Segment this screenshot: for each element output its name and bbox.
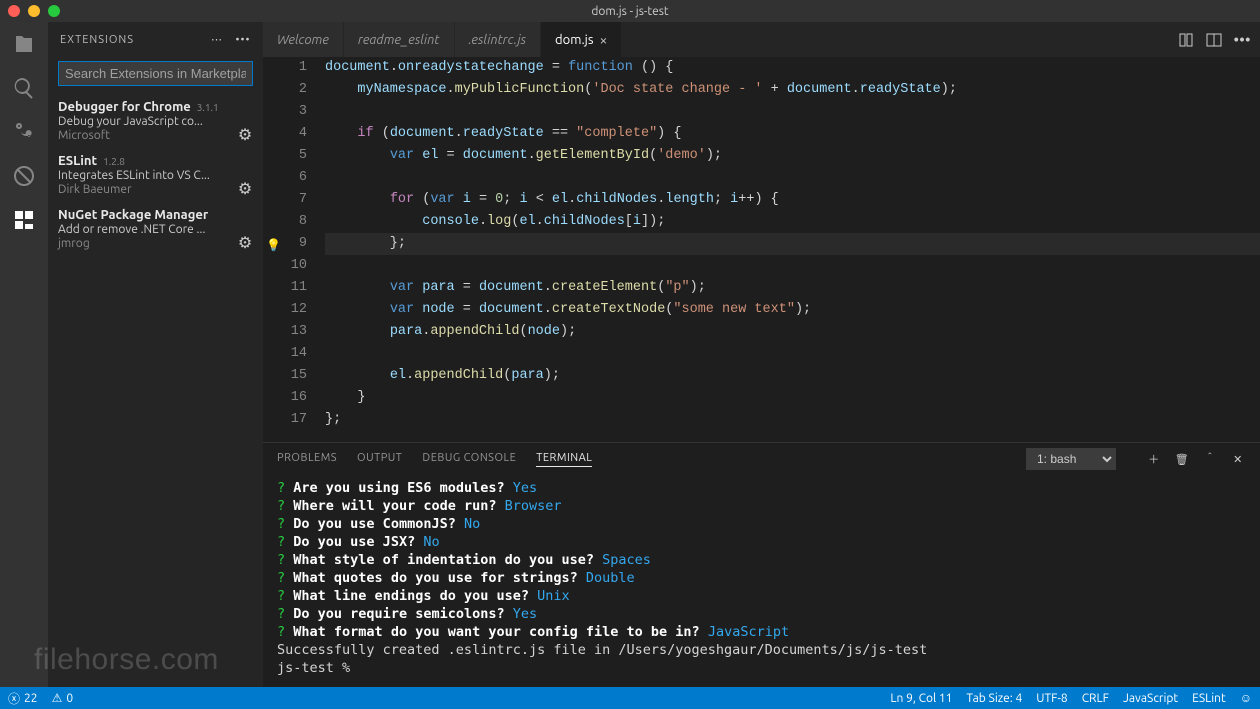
more-actions-icon[interactable]: ••• bbox=[1234, 32, 1250, 48]
window-controls bbox=[8, 5, 60, 17]
panel-tab[interactable]: DEBUG CONSOLE bbox=[422, 452, 516, 467]
split-editor-icon[interactable] bbox=[1206, 32, 1222, 48]
maximize-window[interactable] bbox=[48, 5, 60, 17]
editor-tab[interactable]: Welcome bbox=[263, 22, 344, 57]
extension-name: NuGet Package Manager bbox=[58, 208, 208, 222]
extension-search bbox=[58, 61, 253, 86]
tab-label: Welcome bbox=[277, 33, 329, 47]
maximize-panel-icon[interactable]: ＾ bbox=[1202, 451, 1218, 467]
code-content[interactable]: document.onreadystatechange = function (… bbox=[325, 57, 1260, 442]
extension-author: Microsoft bbox=[58, 129, 253, 142]
main-area: EXTENSIONS ⋯ ••• Debugger for Chrome 3.1.… bbox=[0, 22, 1260, 687]
editor-tab[interactable]: readme_eslint bbox=[344, 22, 455, 57]
tab-label: .eslintrc.js bbox=[469, 33, 527, 47]
lightbulb-icon[interactable]: 💡 bbox=[266, 235, 281, 257]
code-editor[interactable]: 💡1234567891011121314151617 document.onre… bbox=[263, 57, 1260, 442]
tab-label: dom.js bbox=[555, 33, 593, 47]
extension-author: Dirk Baeumer bbox=[58, 183, 253, 196]
feedback-icon[interactable]: ☺ bbox=[1240, 691, 1252, 705]
close-icon[interactable]: × bbox=[599, 32, 607, 48]
panel-tab[interactable]: TERMINAL bbox=[536, 452, 592, 467]
extension-version: 3.1.1 bbox=[197, 102, 219, 113]
status-eslint[interactable]: ESLint bbox=[1192, 692, 1226, 705]
source-control-icon[interactable] bbox=[10, 118, 38, 146]
search-input[interactable] bbox=[58, 61, 253, 86]
sidebar-header: EXTENSIONS ⋯ ••• bbox=[48, 22, 263, 57]
titlebar: dom.js - js-test bbox=[0, 0, 1260, 22]
extension-author: jmrog bbox=[58, 237, 253, 250]
close-panel-icon[interactable]: ✕ bbox=[1230, 451, 1246, 467]
close-window[interactable] bbox=[8, 5, 20, 17]
status-errors[interactable]: ⓧ22 bbox=[8, 690, 38, 707]
panel-tabs: PROBLEMS OUTPUT DEBUG CONSOLE TERMINAL 1: b… bbox=[263, 443, 1260, 475]
extension-version: 1.2.8 bbox=[103, 156, 125, 167]
kill-terminal-icon[interactable]: 🗑 bbox=[1174, 451, 1190, 467]
debug-icon[interactable] bbox=[10, 162, 38, 190]
extension-desc: Debug your JavaScript co... bbox=[58, 115, 253, 128]
extension-list: Debugger for Chrome 3.1.1 Debug your Java… bbox=[48, 94, 263, 256]
panel-tab[interactable]: OUTPUT bbox=[357, 452, 402, 467]
extension-item[interactable]: NuGet Package Manager Add or remove .NET… bbox=[48, 202, 263, 256]
sidebar-title: EXTENSIONS bbox=[60, 34, 134, 46]
status-encoding[interactable]: UTF-8 bbox=[1036, 692, 1067, 705]
status-bar: ⓧ22 ⚠0 Ln 9, Col 11 Tab Size: 4 UTF-8 CR… bbox=[0, 687, 1260, 709]
status-language[interactable]: JavaScript bbox=[1123, 692, 1178, 705]
editor-tabs: Welcomereadme_eslint.eslintrc.jsdom.js× … bbox=[263, 22, 1260, 57]
editor-tab[interactable]: dom.js × bbox=[541, 22, 622, 57]
editor-area: Welcomereadme_eslint.eslintrc.jsdom.js× … bbox=[263, 22, 1260, 687]
extension-item[interactable]: ESLint 1.2.8 Integrates ESLint into VS C.… bbox=[48, 148, 263, 202]
line-gutter: 💡1234567891011121314151617 bbox=[263, 57, 325, 442]
terminal-selector[interactable]: 1: bash bbox=[1026, 448, 1116, 470]
explorer-icon[interactable] bbox=[10, 30, 38, 58]
minimize-window[interactable] bbox=[28, 5, 40, 17]
gear-icon[interactable]: ⚙ bbox=[237, 180, 253, 196]
editor-tab-actions: ••• bbox=[1168, 22, 1260, 57]
bottom-panel: PROBLEMS OUTPUT DEBUG CONSOLE TERMINAL 1: b… bbox=[263, 442, 1260, 687]
terminal-output[interactable]: ? Are you using ES6 modules? Yes ? Where… bbox=[263, 475, 1260, 687]
extension-desc: Integrates ESLint into VS C... bbox=[58, 169, 253, 182]
more-icon[interactable]: ••• bbox=[235, 32, 251, 48]
extension-item[interactable]: Debugger for Chrome 3.1.1 Debug your Java… bbox=[48, 94, 263, 148]
extensions-icon[interactable] bbox=[10, 206, 38, 234]
tab-label: readme_eslint bbox=[358, 33, 440, 47]
search-icon[interactable] bbox=[10, 74, 38, 102]
status-warnings[interactable]: ⚠0 bbox=[52, 691, 74, 705]
activity-bar bbox=[0, 22, 48, 687]
filter-icon[interactable]: ⋯ bbox=[209, 32, 225, 48]
window-title: dom.js - js-test bbox=[591, 5, 668, 18]
extension-desc: Add or remove .NET Core ... bbox=[58, 223, 253, 236]
panel-tab[interactable]: PROBLEMS bbox=[277, 452, 337, 467]
gear-icon[interactable]: ⚙ bbox=[237, 126, 253, 142]
extension-name: ESLint bbox=[58, 154, 97, 168]
compare-icon[interactable] bbox=[1178, 32, 1194, 48]
extension-name: Debugger for Chrome bbox=[58, 100, 191, 114]
extensions-sidebar: EXTENSIONS ⋯ ••• Debugger for Chrome 3.1.… bbox=[48, 22, 263, 687]
new-terminal-icon[interactable]: ＋ bbox=[1146, 451, 1162, 467]
status-tabsize[interactable]: Tab Size: 4 bbox=[966, 692, 1022, 705]
editor-tab[interactable]: .eslintrc.js bbox=[455, 22, 542, 57]
status-eol[interactable]: CRLF bbox=[1082, 692, 1109, 705]
status-cursor[interactable]: Ln 9, Col 11 bbox=[890, 692, 952, 705]
gear-icon[interactable]: ⚙ bbox=[237, 234, 253, 250]
